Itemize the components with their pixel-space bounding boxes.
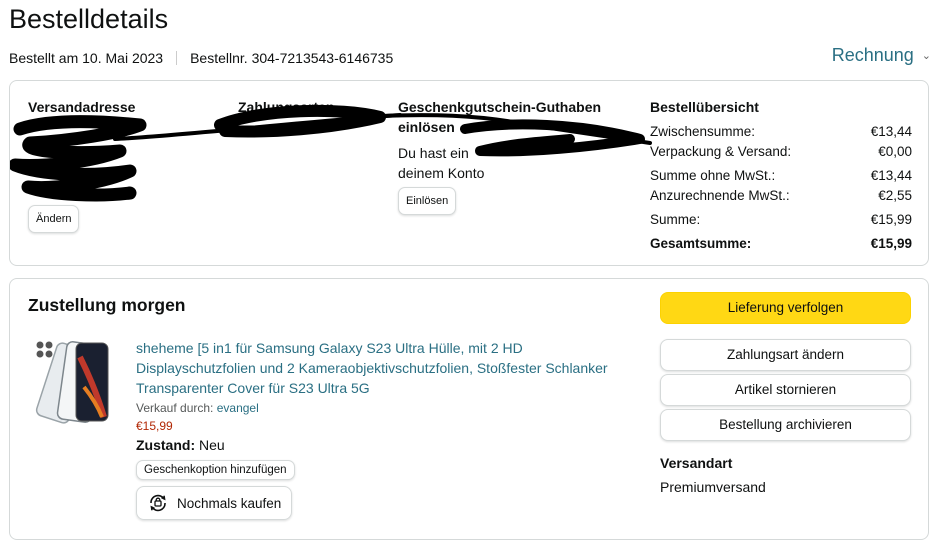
grand-total-label: Gesamtsumme: — [650, 236, 752, 251]
product-image[interactable] — [32, 337, 114, 429]
gift-card-section: Geschenkgutschein-Guthaben einlösen Du h… — [398, 97, 628, 215]
order-date: Bestellt am 10. Mai 2023 — [9, 50, 164, 66]
product-title-link[interactable]: sheheme [5 in1 für Samsung Galaxy S23 Ul… — [136, 338, 636, 398]
page-title: Bestelldetails — [9, 4, 169, 34]
redeem-button[interactable]: Einlösen — [398, 187, 457, 215]
payment-section: Zahlungsarten — [238, 97, 388, 121]
summary-row-label: Anzurechnende MwSt.: — [650, 188, 790, 203]
invoice-label: Rechnung — [831, 45, 914, 65]
summary-row-label: Summe ohne MwSt.: — [650, 168, 776, 183]
product-price: €15,99 — [136, 419, 173, 433]
summary-row: Zwischensumme: €13,44 — [650, 122, 912, 142]
product-info: sheheme [5 in1 für Samsung Galaxy S23 Ul… — [136, 338, 636, 520]
shipping-method: Versandart Premiumversand — [660, 455, 911, 495]
change-payment-button[interactable]: Zahlungsart ändern — [660, 339, 911, 371]
product-condition: Zustand: Neu — [136, 437, 636, 453]
track-package-button[interactable]: Lieferung verfolgen — [660, 292, 911, 324]
buy-again-icon — [150, 494, 166, 512]
summary-row: Anzurechnende MwSt.: €2,55 — [650, 186, 912, 206]
divider — [176, 51, 178, 65]
seller-prefix: Verkauf durch: — [136, 401, 214, 415]
redacted-address — [28, 121, 228, 201]
order-overview: Bestellübersicht Zwischensumme: €13,44 V… — [650, 97, 912, 254]
delivery-status: Zustellung morgen — [28, 295, 186, 315]
add-gift-option-button[interactable]: Geschenkoption hinzufügen — [136, 460, 295, 480]
gift-card-text-line2: deinem Konto — [398, 165, 485, 181]
buy-again-label: Nochmals kaufen — [177, 495, 282, 511]
invoice-dropdown[interactable]: Rechnung ⌄ — [832, 45, 931, 66]
summary-row-value: €0,00 — [878, 144, 912, 159]
shipping-method-heading: Versandart — [660, 455, 733, 471]
seller-link[interactable]: evangel — [217, 401, 259, 415]
chevron-down-icon: ⌄ — [921, 50, 931, 62]
summary-row-value: €15,99 — [870, 212, 912, 227]
archive-order-button[interactable]: Bestellung archivieren — [660, 409, 911, 441]
change-address-button[interactable]: Ändern — [28, 205, 80, 233]
order-number: Bestellnr. 304-7213543-6146735 — [190, 50, 394, 66]
grand-total-row: Gesamtsumme: €15,99 — [650, 234, 912, 254]
summary-row-label: Zwischensumme: — [650, 124, 756, 139]
summary-row-label: Summe: — [650, 212, 701, 227]
gift-card-text-line1: Du hast ein — [398, 145, 469, 161]
summary-row-value: €13,44 — [870, 168, 912, 183]
buy-again-button[interactable]: Nochmals kaufen — [136, 486, 293, 520]
gift-card-heading: Geschenkgutschein-Guthaben einlösen — [398, 99, 602, 135]
seller-line: Verkauf durch: evangel — [136, 401, 636, 415]
summary-row-label: Verpackung & Versand: — [650, 144, 792, 159]
shipping-method-value: Premiumversand — [660, 479, 766, 495]
cancel-items-button[interactable]: Artikel stornieren — [660, 374, 911, 406]
summary-row: Verpackung & Versand: €0,00 — [650, 142, 912, 162]
shipping-address-heading: Versandadresse — [28, 99, 136, 115]
order-meta: Bestellt am 10. Mai 2023 Bestellnr. 304-… — [9, 50, 393, 66]
condition-value: Neu — [199, 437, 225, 453]
condition-label: Zustand: — [136, 437, 196, 453]
shipment-card: Zustellung morgen sheheme [5 in1 für Sam… — [9, 278, 929, 540]
summary-row-value: €2,55 — [878, 188, 912, 203]
summary-row-value: €13,44 — [870, 124, 912, 139]
summary-row: Summe ohne MwSt.: €13,44 — [650, 166, 912, 186]
order-summary-card: Versandadresse Ändern Zahlungsarten Gesc… — [9, 80, 929, 266]
shipment-actions: Lieferung verfolgen Zahlungsart ändern A… — [660, 292, 911, 495]
payment-heading: Zahlungsarten — [238, 99, 335, 115]
summary-row: Summe: €15,99 — [650, 210, 912, 230]
grand-total-value: €15,99 — [870, 236, 912, 251]
shipping-address-section: Versandadresse Ändern — [28, 97, 228, 233]
order-overview-heading: Bestellübersicht — [650, 99, 759, 115]
